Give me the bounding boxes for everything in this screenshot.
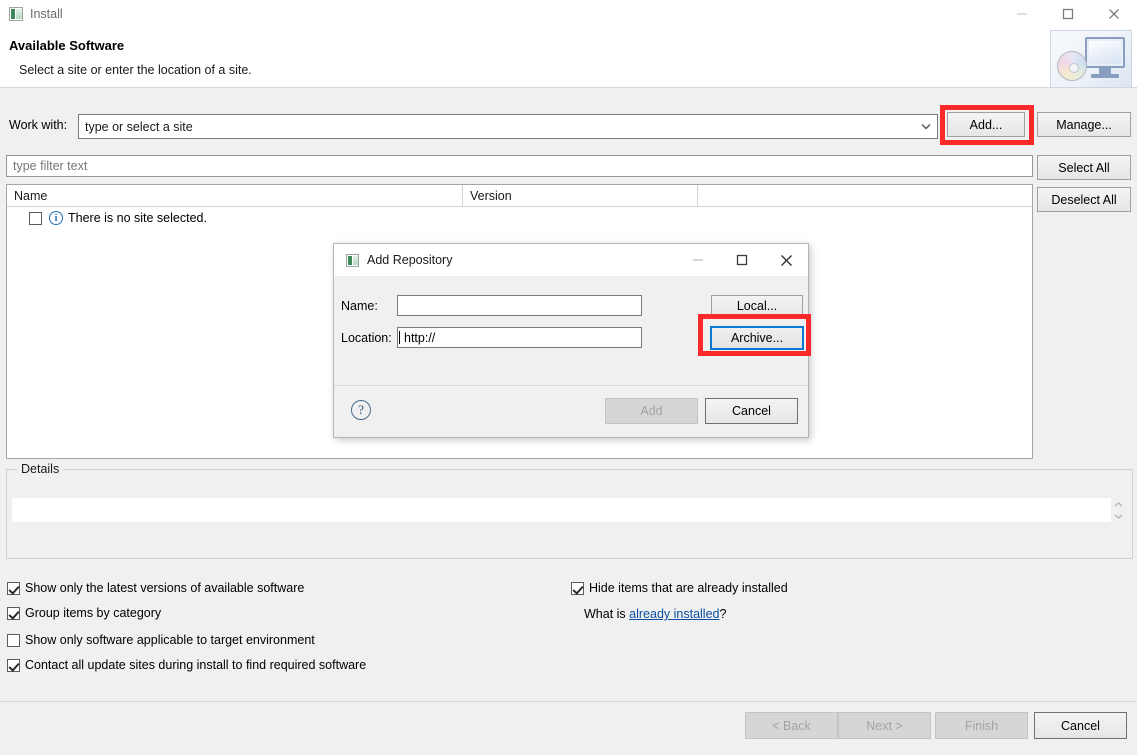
option-label: Show only software applicable to target … (25, 633, 315, 647)
dialog-titlebar: Add Repository (334, 244, 808, 276)
monitor-disc-icon (1050, 30, 1132, 88)
minimize-icon[interactable] (676, 244, 720, 276)
details-group: Details (6, 462, 1133, 559)
row-name: There is no site selected. (68, 211, 207, 225)
filter-input[interactable]: type filter text (6, 155, 1033, 177)
details-text (12, 498, 1116, 522)
dialog-footer: ? Add Cancel (334, 385, 808, 437)
eclipse-install-icon (346, 253, 359, 267)
work-with-placeholder: type or select a site (85, 119, 193, 134)
caret-down-icon[interactable] (1111, 510, 1126, 522)
info-icon: i (49, 211, 63, 225)
page-subtitle: Select a site or enter the location of a… (19, 63, 252, 77)
option-show-latest-versions[interactable]: Show only the latest versions of availab… (7, 581, 304, 595)
caret-up-icon[interactable] (1111, 498, 1126, 510)
option-hide-installed[interactable]: Hide items that are already installed (571, 581, 788, 595)
what-is-prefix: What is (584, 607, 630, 621)
close-icon[interactable] (1091, 0, 1137, 28)
install-wizard-window: Install Available Software Select a site… (0, 0, 1137, 755)
column-header-name[interactable]: Name (7, 185, 462, 207)
add-repository-dialog: Add Repository Name: Local... Location: … (333, 243, 809, 438)
details-scroll-stepper[interactable] (1111, 498, 1126, 522)
details-legend: Details (17, 462, 64, 476)
window-titlebar: Install (0, 0, 1137, 28)
option-checkbox[interactable] (571, 581, 584, 595)
option-label: Group items by category (25, 606, 162, 620)
what-is-already-installed: What is already installed? (584, 607, 726, 621)
option-contact-all-update-sites[interactable]: Contact all update sites during install … (7, 658, 366, 672)
option-label: Hide items that are already installed (589, 581, 788, 595)
dialog-add-button[interactable]: Add (605, 398, 698, 424)
name-input[interactable] (397, 295, 642, 316)
finish-button[interactable]: Finish (935, 712, 1028, 739)
maximize-icon[interactable] (720, 244, 764, 276)
row-checkbox[interactable] (29, 211, 42, 225)
window-controls (999, 0, 1137, 28)
cancel-button[interactable]: Cancel (1034, 712, 1127, 739)
wizard-header: Available Software Select a site or ente… (0, 28, 1137, 88)
help-icon[interactable]: ? (351, 400, 371, 420)
option-applicable-target-env[interactable]: Show only software applicable to target … (7, 633, 315, 647)
column-header-spacer (697, 185, 1032, 207)
next-button[interactable]: Next > (838, 712, 931, 739)
close-icon[interactable] (764, 244, 808, 276)
dialog-title: Add Repository (367, 253, 453, 267)
column-header-version[interactable]: Version (462, 185, 697, 207)
table-header: Name Version (7, 185, 1032, 207)
location-input[interactable]: http:// (397, 327, 642, 348)
minimize-icon[interactable] (999, 0, 1045, 28)
location-label: Location: (341, 331, 392, 345)
option-label: Show only the latest versions of availab… (25, 581, 305, 595)
dialog-window-controls (676, 244, 808, 276)
select-all-button[interactable]: Select All (1037, 155, 1131, 180)
page-title: Available Software (9, 38, 125, 53)
work-with-combo[interactable]: type or select a site (78, 114, 938, 139)
option-checkbox[interactable] (7, 581, 20, 595)
table-row[interactable]: i There is no site selected. (7, 207, 207, 229)
eclipse-install-icon (9, 7, 23, 21)
option-group-by-category[interactable]: Group items by category (7, 606, 161, 620)
chevron-down-icon[interactable] (915, 115, 937, 138)
manage-button[interactable]: Manage... (1037, 112, 1131, 137)
window-title: Install (30, 7, 63, 21)
back-button[interactable]: < Back (745, 712, 838, 739)
deselect-all-button[interactable]: Deselect All (1037, 187, 1131, 212)
add-button[interactable]: Add... (947, 112, 1025, 137)
maximize-icon[interactable] (1045, 0, 1091, 28)
filter-placeholder: type filter text (13, 159, 88, 173)
location-value: http:// (404, 330, 436, 345)
option-checkbox[interactable] (7, 606, 20, 620)
local-button[interactable]: Local... (711, 295, 803, 317)
option-label: Contact all update sites during install … (25, 658, 367, 672)
name-label: Name: (341, 299, 378, 313)
what-is-suffix: ? (719, 607, 727, 621)
dialog-cancel-button[interactable]: Cancel (705, 398, 798, 424)
already-installed-link[interactable]: already installed (629, 607, 719, 621)
archive-button[interactable]: Archive... (710, 326, 804, 350)
option-checkbox[interactable] (7, 633, 20, 647)
work-with-label: Work with: (9, 118, 68, 132)
option-checkbox[interactable] (7, 658, 20, 672)
